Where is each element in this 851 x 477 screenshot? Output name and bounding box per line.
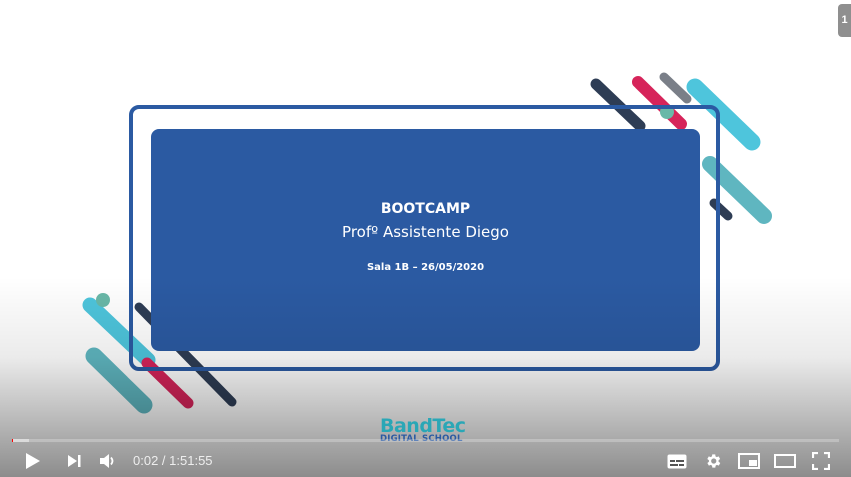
subtitles-icon [667,454,687,468]
duration: 1:51:55 [169,453,213,468]
progress-played [12,439,13,442]
play-icon [26,453,40,469]
progress-bar[interactable] [12,439,839,442]
slide-title: BOOTCAMP [380,201,471,217]
subtitles-button[interactable] [664,447,690,475]
stripe-teal-bottom [85,347,153,414]
miniplayer-icon [738,453,760,469]
next-button[interactable] [62,447,86,475]
stripe-gray-top [659,72,692,104]
fullscreen-button[interactable] [808,447,834,475]
miniplayer-button[interactable] [735,447,763,475]
theater-button[interactable] [771,447,799,475]
player-controls: 0:02 / 1:51:55 [0,445,851,477]
dot-teal-bottom [96,293,110,307]
settings-button[interactable] [700,447,726,475]
video-player[interactable]: BOOTCAMP Profº Assistente Diego Sala 1B … [0,0,851,477]
gear-icon [707,454,721,468]
volume-button[interactable] [96,447,120,475]
play-button[interactable] [20,447,46,475]
next-icon [68,455,81,467]
theater-icon [774,454,796,468]
slide-detail: Sala 1B – 26/05/2020 [366,262,485,273]
time-separator: / [158,453,170,468]
progress-loaded [12,439,29,442]
slide-subtitle: Profº Assistente Diego [342,223,509,241]
corner-badge[interactable]: 1 [838,4,851,37]
stripe-cyan-top [686,78,761,151]
fullscreen-icon [812,452,830,470]
logo-main-text: BandTec [380,415,466,437]
current-time: 0:02 [133,453,159,468]
volume-icon [100,454,114,468]
time-display: 0:02 / 1:51:55 [133,453,213,468]
